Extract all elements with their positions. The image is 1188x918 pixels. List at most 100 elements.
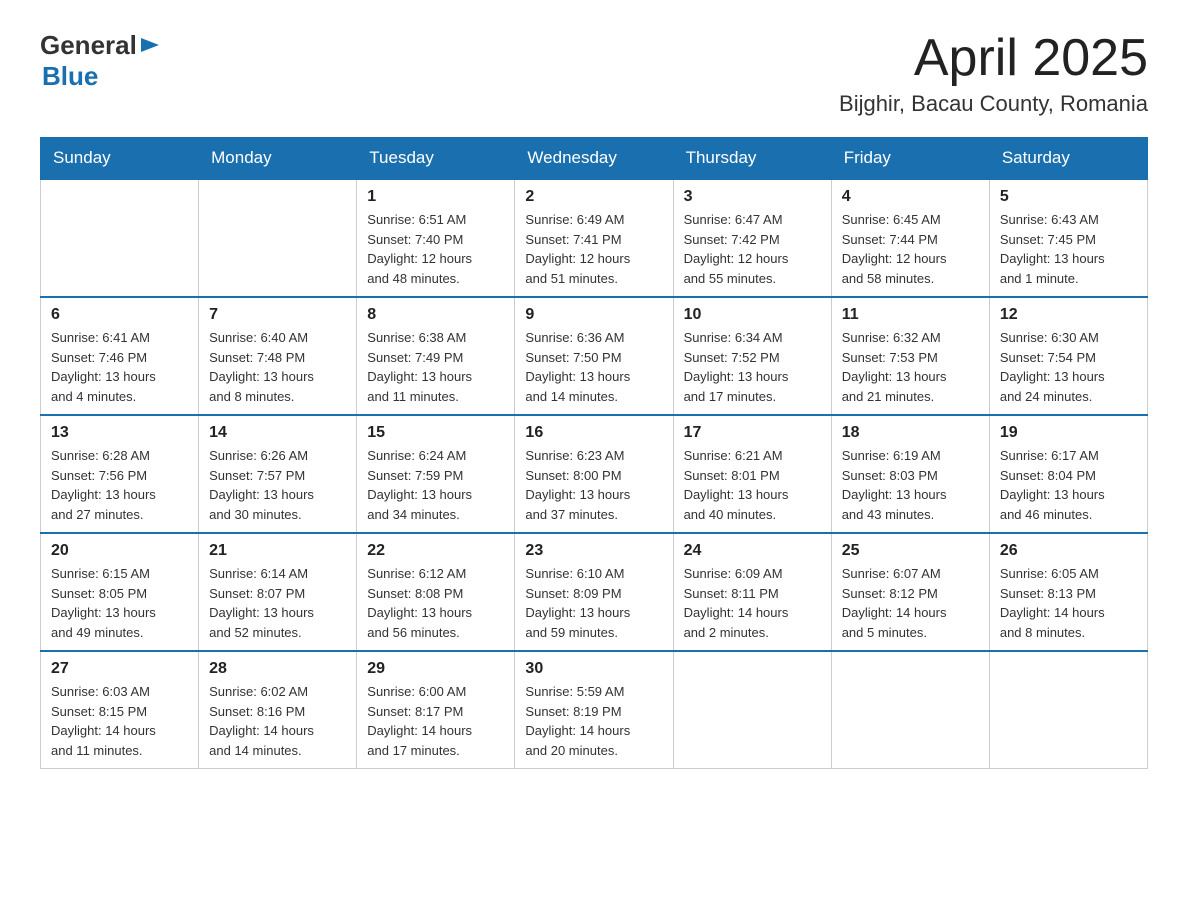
day-number: 5: [1000, 188, 1137, 206]
day-info: Sunrise: 6:51 AMSunset: 7:40 PMDaylight:…: [367, 210, 504, 288]
calendar-cell: 13 Sunrise: 6:28 AMSunset: 7:56 PMDayligh…: [41, 415, 199, 533]
calendar-cell: [673, 651, 831, 769]
day-number: 3: [684, 188, 821, 206]
week-row-4: 20 Sunrise: 6:15 AMSunset: 8:05 PMDayligh…: [41, 533, 1148, 651]
day-info: Sunrise: 6:15 AMSunset: 8:05 PMDaylight:…: [51, 564, 188, 642]
calendar-cell: 30 Sunrise: 5:59 AMSunset: 8:19 PMDayligh…: [515, 651, 673, 769]
calendar-cell: 29 Sunrise: 6:00 AMSunset: 8:17 PMDayligh…: [357, 651, 515, 769]
day-number: 19: [1000, 424, 1137, 442]
day-header-sunday: Sunday: [41, 138, 199, 180]
day-number: 13: [51, 424, 188, 442]
day-number: 7: [209, 306, 346, 324]
day-number: 9: [525, 306, 662, 324]
calendar-cell: 7 Sunrise: 6:40 AMSunset: 7:48 PMDaylight…: [199, 297, 357, 415]
calendar-cell: 16 Sunrise: 6:23 AMSunset: 8:00 PMDayligh…: [515, 415, 673, 533]
day-info: Sunrise: 6:03 AMSunset: 8:15 PMDaylight:…: [51, 682, 188, 760]
day-number: 16: [525, 424, 662, 442]
day-info: Sunrise: 6:24 AMSunset: 7:59 PMDaylight:…: [367, 446, 504, 524]
day-number: 28: [209, 660, 346, 678]
day-number: 27: [51, 660, 188, 678]
day-number: 29: [367, 660, 504, 678]
calendar-cell: [831, 651, 989, 769]
day-info: Sunrise: 6:49 AMSunset: 7:41 PMDaylight:…: [525, 210, 662, 288]
day-header-monday: Monday: [199, 138, 357, 180]
day-info: Sunrise: 6:05 AMSunset: 8:13 PMDaylight:…: [1000, 564, 1137, 642]
day-number: 14: [209, 424, 346, 442]
logo-blue-text: Blue: [42, 61, 98, 91]
calendar-cell: [989, 651, 1147, 769]
week-row-5: 27 Sunrise: 6:03 AMSunset: 8:15 PMDayligh…: [41, 651, 1148, 769]
calendar-header-row: SundayMondayTuesdayWednesdayThursdayFrid…: [41, 138, 1148, 180]
calendar-cell: 20 Sunrise: 6:15 AMSunset: 8:05 PMDayligh…: [41, 533, 199, 651]
day-header-thursday: Thursday: [673, 138, 831, 180]
calendar-cell: 27 Sunrise: 6:03 AMSunset: 8:15 PMDayligh…: [41, 651, 199, 769]
day-number: 10: [684, 306, 821, 324]
day-info: Sunrise: 6:41 AMSunset: 7:46 PMDaylight:…: [51, 328, 188, 406]
calendar-cell: 24 Sunrise: 6:09 AMSunset: 8:11 PMDayligh…: [673, 533, 831, 651]
day-header-saturday: Saturday: [989, 138, 1147, 180]
day-info: Sunrise: 6:00 AMSunset: 8:17 PMDaylight:…: [367, 682, 504, 760]
calendar-cell: 18Sunrise: 6:19 AMSunset: 8:03 PMDayligh…: [831, 415, 989, 533]
day-number: 24: [684, 542, 821, 560]
day-info: Sunrise: 6:28 AMSunset: 7:56 PMDaylight:…: [51, 446, 188, 524]
day-info: Sunrise: 6:32 AMSunset: 7:53 PMDaylight:…: [842, 328, 979, 406]
day-info: Sunrise: 6:45 AMSunset: 7:44 PMDaylight:…: [842, 210, 979, 288]
day-number: 22: [367, 542, 504, 560]
day-number: 6: [51, 306, 188, 324]
day-info: Sunrise: 6:36 AMSunset: 7:50 PMDaylight:…: [525, 328, 662, 406]
calendar-cell: 25 Sunrise: 6:07 AMSunset: 8:12 PMDayligh…: [831, 533, 989, 651]
calendar-cell: 14 Sunrise: 6:26 AMSunset: 7:57 PMDayligh…: [199, 415, 357, 533]
calendar-cell: 4 Sunrise: 6:45 AMSunset: 7:44 PMDaylight…: [831, 179, 989, 297]
calendar-cell: [199, 179, 357, 297]
location-text: Bijghir, Bacau County, Romania: [839, 91, 1148, 117]
day-number: 2: [525, 188, 662, 206]
day-info: Sunrise: 6:12 AMSunset: 8:08 PMDaylight:…: [367, 564, 504, 642]
day-number: 15: [367, 424, 504, 442]
day-number: 11: [842, 306, 979, 324]
day-info: Sunrise: 6:07 AMSunset: 8:12 PMDaylight:…: [842, 564, 979, 642]
logo-arrow-icon: [139, 34, 161, 56]
day-number: 30: [525, 660, 662, 678]
day-header-friday: Friday: [831, 138, 989, 180]
calendar-cell: 15 Sunrise: 6:24 AMSunset: 7:59 PMDayligh…: [357, 415, 515, 533]
calendar-cell: 8 Sunrise: 6:38 AMSunset: 7:49 PMDaylight…: [357, 297, 515, 415]
day-info: Sunrise: 6:09 AMSunset: 8:11 PMDaylight:…: [684, 564, 821, 642]
day-number: 1: [367, 188, 504, 206]
calendar-cell: 21Sunrise: 6:14 AMSunset: 8:07 PMDayligh…: [199, 533, 357, 651]
week-row-1: 1 Sunrise: 6:51 AMSunset: 7:40 PMDaylight…: [41, 179, 1148, 297]
calendar-cell: 28 Sunrise: 6:02 AMSunset: 8:16 PMDayligh…: [199, 651, 357, 769]
calendar-cell: 9 Sunrise: 6:36 AMSunset: 7:50 PMDaylight…: [515, 297, 673, 415]
calendar-cell: 23Sunrise: 6:10 AMSunset: 8:09 PMDayligh…: [515, 533, 673, 651]
day-number: 20: [51, 542, 188, 560]
day-info: Sunrise: 6:10 AMSunset: 8:09 PMDaylight:…: [525, 564, 662, 642]
logo-general-text: General: [40, 30, 137, 61]
day-info: Sunrise: 6:17 AMSunset: 8:04 PMDaylight:…: [1000, 446, 1137, 524]
day-number: 4: [842, 188, 979, 206]
calendar-cell: 22 Sunrise: 6:12 AMSunset: 8:08 PMDayligh…: [357, 533, 515, 651]
day-info: Sunrise: 6:40 AMSunset: 7:48 PMDaylight:…: [209, 328, 346, 406]
day-number: 17: [684, 424, 821, 442]
calendar-cell: 12Sunrise: 6:30 AMSunset: 7:54 PMDayligh…: [989, 297, 1147, 415]
calendar-cell: 26Sunrise: 6:05 AMSunset: 8:13 PMDayligh…: [989, 533, 1147, 651]
day-info: Sunrise: 6:34 AMSunset: 7:52 PMDaylight:…: [684, 328, 821, 406]
day-number: 25: [842, 542, 979, 560]
calendar-cell: 2 Sunrise: 6:49 AMSunset: 7:41 PMDaylight…: [515, 179, 673, 297]
title-section: April 2025 Bijghir, Bacau County, Romani…: [839, 30, 1148, 117]
calendar-cell: 5Sunrise: 6:43 AMSunset: 7:45 PMDaylight…: [989, 179, 1147, 297]
day-header-wednesday: Wednesday: [515, 138, 673, 180]
logo: General Blue: [40, 30, 161, 92]
month-title: April 2025: [839, 30, 1148, 87]
day-info: Sunrise: 5:59 AMSunset: 8:19 PMDaylight:…: [525, 682, 662, 760]
day-info: Sunrise: 6:38 AMSunset: 7:49 PMDaylight:…: [367, 328, 504, 406]
calendar-cell: 1 Sunrise: 6:51 AMSunset: 7:40 PMDaylight…: [357, 179, 515, 297]
day-info: Sunrise: 6:23 AMSunset: 8:00 PMDaylight:…: [525, 446, 662, 524]
day-number: 21: [209, 542, 346, 560]
day-info: Sunrise: 6:02 AMSunset: 8:16 PMDaylight:…: [209, 682, 346, 760]
day-number: 18: [842, 424, 979, 442]
week-row-3: 13 Sunrise: 6:28 AMSunset: 7:56 PMDayligh…: [41, 415, 1148, 533]
week-row-2: 6 Sunrise: 6:41 AMSunset: 7:46 PMDaylight…: [41, 297, 1148, 415]
day-number: 8: [367, 306, 504, 324]
day-info: Sunrise: 6:26 AMSunset: 7:57 PMDaylight:…: [209, 446, 346, 524]
page-header: General Blue April 2025 Bijghir, Bacau C…: [40, 30, 1148, 117]
calendar-cell: 11 Sunrise: 6:32 AMSunset: 7:53 PMDayligh…: [831, 297, 989, 415]
